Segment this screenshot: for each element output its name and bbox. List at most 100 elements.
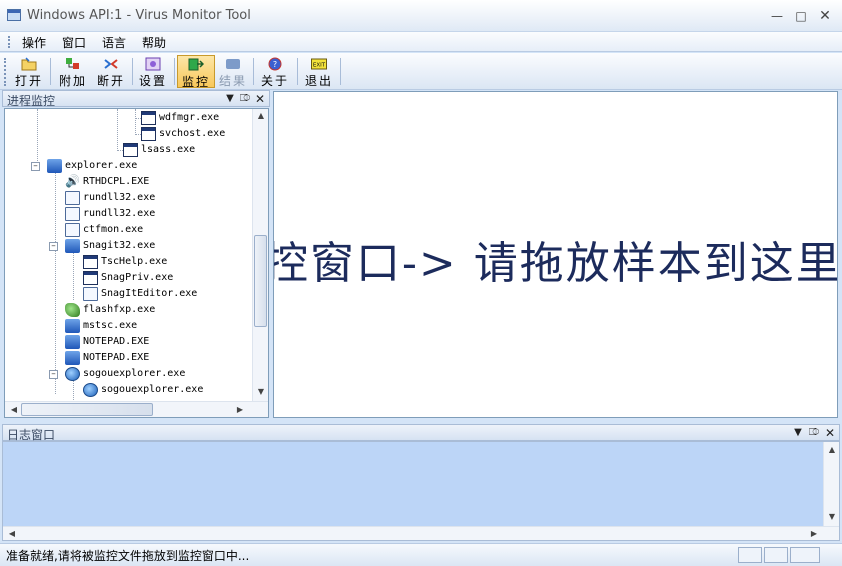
pen-document-icon: [65, 223, 80, 237]
toolbar-separator: [340, 58, 341, 85]
collapse-snagit-icon[interactable]: –: [49, 242, 58, 251]
tree-line: [117, 109, 118, 149]
toolbar-separator: [174, 58, 175, 85]
tree-vertical-scroll-thumb[interactable]: [254, 235, 267, 327]
menu-bar: 操作 窗口 语言 帮助: [0, 32, 842, 52]
process-panel-header: 进程监控 ▼ ⎄ ✕: [2, 90, 270, 108]
toolbar-grip-icon: [4, 58, 6, 86]
log-scroll-right-icon[interactable]: ▶: [807, 529, 821, 538]
tree-item-label: mstsc.exe: [83, 320, 138, 331]
scroll-right-icon[interactable]: ▶: [233, 405, 247, 414]
log-scroll-down-icon[interactable]: ▼: [825, 512, 839, 521]
settings-label: 设置: [138, 74, 167, 88]
tree-item-label: TscHelp.exe: [101, 256, 168, 267]
result-button[interactable]: 结果: [215, 55, 251, 88]
tree-item-label: Snagit32.exe: [83, 240, 156, 251]
menu-operate[interactable]: 操作: [22, 34, 46, 51]
open-button[interactable]: 打开: [10, 55, 48, 88]
panel-dropdown-icon[interactable]: ▼: [224, 91, 236, 107]
window-icon: [141, 127, 156, 141]
status-bar: 准备就绪,请将被监控文件拖放到监控窗口中...: [0, 543, 842, 566]
tree-item-label: wdfmgr.exe: [159, 112, 220, 123]
drop-hint-text: 控窗口-> 请拖放样本到这里: [273, 238, 838, 289]
tree-item-label: NOTEPAD.EXE: [83, 336, 150, 347]
sogou-browser-icon: [83, 383, 98, 397]
snagit-icon: [65, 239, 80, 253]
log-vertical-scrollbar[interactable]: ▲ ▼: [823, 442, 839, 526]
open-label: 打开: [14, 74, 43, 88]
log-window[interactable]: ▲ ▼ ◀ ▶: [2, 441, 840, 541]
sogou-browser-icon: [65, 367, 80, 381]
maximize-button[interactable]: □: [790, 7, 812, 25]
detach-button[interactable]: 断开: [92, 55, 130, 88]
about-icon: ?: [268, 57, 282, 71]
menu-language[interactable]: 语言: [102, 34, 126, 51]
tree-item-label: svchost.exe: [159, 128, 226, 139]
result-label: 结果: [218, 74, 247, 88]
tree-item-label: SnagPriv.exe: [101, 272, 174, 283]
menu-grip-icon: [8, 36, 10, 48]
document-icon: [65, 207, 80, 221]
tree-item-label: sogouexplorer.exe: [101, 384, 204, 395]
status-text: 准备就绪,请将被监控文件拖放到监控窗口中...: [6, 549, 250, 563]
window-icon: [141, 111, 156, 125]
window-icon: [83, 255, 98, 269]
scroll-left-icon[interactable]: ◀: [7, 405, 21, 414]
process-tree[interactable]: – – – wdfmgr.exe svchost.exe lsass.exe e…: [4, 108, 269, 418]
panel-pin-icon[interactable]: ⎄: [239, 91, 251, 107]
panel-close-icon[interactable]: ✕: [254, 91, 266, 107]
result-icon: [226, 59, 240, 69]
log-pin-icon[interactable]: ⎄: [808, 425, 820, 441]
detach-icon: [104, 59, 118, 69]
monitor-drop-area[interactable]: 控窗口-> 请拖放样本到这里: [273, 91, 838, 418]
exit-button[interactable]: EXIT 退出: [300, 55, 338, 88]
log-horizontal-scrollbar[interactable]: ◀ ▶: [3, 526, 839, 540]
status-cell: [738, 547, 762, 563]
tree-item-label: rundll32.exe: [83, 208, 156, 219]
log-panel-header: 日志窗口 ▼ ⎄ ✕: [2, 424, 840, 442]
tree-line: [73, 380, 74, 400]
tree-item-label: rundll32.exe: [83, 192, 156, 203]
exit-icon: EXIT: [311, 58, 327, 70]
settings-button[interactable]: 设置: [135, 55, 171, 88]
toolbar-separator: [132, 58, 133, 85]
log-close-icon[interactable]: ✕: [824, 425, 836, 441]
collapse-sogou-icon[interactable]: –: [49, 370, 58, 379]
menu-help[interactable]: 帮助: [142, 34, 166, 51]
tree-line: [135, 109, 136, 135]
scroll-up-icon[interactable]: ▲: [254, 111, 268, 120]
editor-icon: [83, 287, 98, 301]
tree-item-label: ctfmon.exe: [83, 224, 144, 235]
tree-item-label: flashfxp.exe: [83, 304, 156, 315]
tree-item-label: SnagItEditor.exe: [101, 288, 198, 299]
attach-button[interactable]: 附加: [54, 55, 92, 88]
tree-line: [55, 172, 56, 394]
about-button[interactable]: ? 关于: [256, 55, 294, 88]
attach-label: 附加: [58, 74, 87, 88]
document-icon: [65, 191, 80, 205]
exit-badge-text: EXIT: [313, 63, 326, 69]
log-scroll-left-icon[interactable]: ◀: [5, 529, 19, 538]
log-dropdown-icon[interactable]: ▼: [792, 425, 804, 441]
settings-icon: [145, 57, 161, 71]
tree-item-label: NOTEPAD.EXE: [83, 352, 150, 363]
tree-item-label: lsass.exe: [141, 144, 196, 155]
tree-vertical-scrollbar[interactable]: ▲ ▼: [252, 109, 268, 401]
notepad-icon: [65, 351, 80, 365]
minimize-button[interactable]: —: [766, 7, 788, 25]
monitor-icon: [188, 58, 204, 71]
tree-horizontal-scrollbar[interactable]: ◀ ▶: [5, 401, 268, 417]
toolbar-separator: [297, 58, 298, 85]
monitor-label: 监控: [181, 75, 210, 89]
window-icon: [123, 143, 138, 157]
tree-horizontal-scroll-thumb[interactable]: [21, 403, 153, 416]
close-button[interactable]: ✕: [814, 7, 836, 25]
toolbar-separator: [50, 58, 51, 85]
scroll-down-icon[interactable]: ▼: [254, 387, 268, 396]
log-scroll-up-icon[interactable]: ▲: [825, 445, 839, 454]
menu-window[interactable]: 窗口: [62, 34, 86, 51]
monitor-button[interactable]: 监控: [177, 55, 215, 89]
collapse-explorer-icon[interactable]: –: [31, 162, 40, 171]
status-cell: [790, 547, 820, 563]
flashfxp-icon: [65, 303, 80, 317]
